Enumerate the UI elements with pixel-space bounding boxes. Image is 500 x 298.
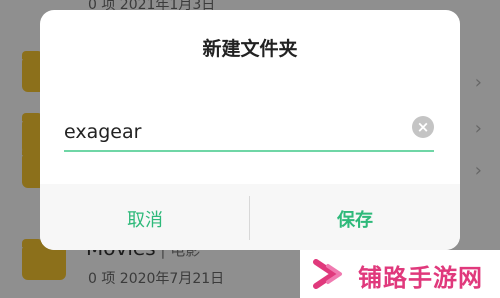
- save-button[interactable]: 保存: [250, 206, 460, 232]
- cancel-button[interactable]: 取消: [40, 206, 250, 232]
- watermark-text: 铺路手游网: [358, 264, 483, 292]
- chevron-logo-icon: [313, 259, 342, 289]
- input-underline: [64, 150, 434, 152]
- clear-circle-icon[interactable]: ×: [412, 116, 434, 138]
- watermark-badge: 铺路手游网: [300, 250, 500, 298]
- folder-name-input[interactable]: [64, 112, 434, 152]
- new-folder-dialog: 新建文件夹 × 取消 保存: [40, 10, 460, 250]
- dialog-title: 新建文件夹: [202, 38, 298, 60]
